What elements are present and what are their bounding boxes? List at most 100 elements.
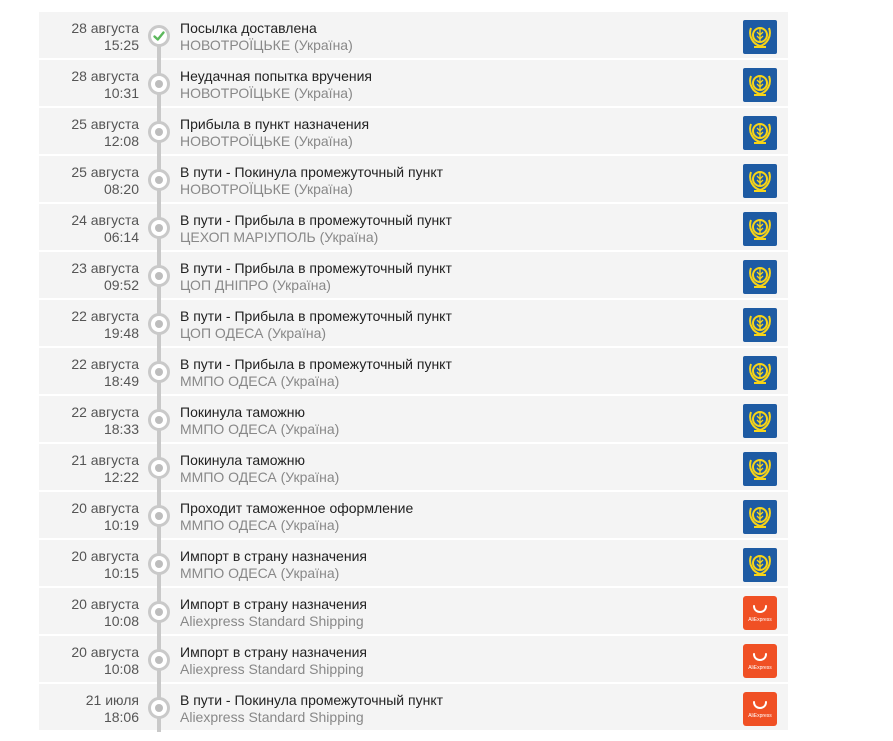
event-time: 10:08 bbox=[103, 661, 139, 677]
aliexpress-logo-text: AliExpress bbox=[748, 665, 772, 671]
event-date: 21 июля bbox=[85, 692, 139, 708]
tracking-event-row: 20 августа 10:08 Импорт в страну назначени… bbox=[39, 588, 788, 636]
aliexpress-logo-text: AliExpress bbox=[748, 713, 772, 719]
event-datetime: 24 августа 06:14 bbox=[71, 212, 139, 246]
event-time: 18:33 bbox=[103, 421, 139, 437]
event-status: В пути - Прибыла в промежуточный пункт bbox=[180, 212, 452, 228]
tracking-event-row: 20 августа 10:19 Проходит таможенное оформ… bbox=[39, 492, 788, 540]
event-time: 09:52 bbox=[103, 277, 139, 293]
event-datetime: 22 августа 19:48 bbox=[71, 308, 139, 342]
aliexpress-logo-text: AliExpress bbox=[748, 617, 772, 623]
event-location: ЦЕХОП МАРІУПОЛЬ (Україна) bbox=[180, 229, 379, 245]
event-date: 20 августа bbox=[71, 500, 139, 516]
event-status: В пути - Покинула промежуточный пункт bbox=[180, 164, 444, 180]
timeline-dot-icon bbox=[148, 73, 170, 95]
ukrposhta-logo-icon bbox=[743, 212, 777, 246]
event-time: 19:48 bbox=[103, 325, 139, 341]
event-location: ММПО ОДЕСА (Україна) bbox=[180, 565, 340, 581]
aliexpress-logo-icon: AliExpress bbox=[743, 692, 777, 726]
tracking-event-row: 21 августа 12:22 Покинула таможню ММПО ОДЕС… bbox=[39, 444, 788, 492]
timeline-dot-icon bbox=[148, 121, 170, 143]
event-location: ЦОП ОДЕСА (Україна) bbox=[180, 325, 327, 341]
tracking-event-row: 25 августа 12:08 Прибыла в пункт назначени… bbox=[39, 108, 788, 156]
event-date: 28 августа bbox=[71, 20, 139, 36]
event-location: Aliexpress Standard Shipping bbox=[180, 709, 364, 725]
event-date: 25 августа bbox=[71, 164, 139, 180]
event-datetime: 28 августа 15:25 bbox=[71, 20, 139, 54]
event-status: Посылка доставлена bbox=[180, 20, 317, 36]
event-info: Импорт в страну назначения Aliexpress Sta… bbox=[180, 644, 367, 678]
event-date: 25 августа bbox=[71, 116, 139, 132]
event-status: Покинула таможню bbox=[180, 404, 305, 420]
tracking-event-row: 28 августа 15:25 Посылка доставлена НОВОТРО… bbox=[39, 12, 788, 60]
timeline-dot-icon bbox=[148, 697, 170, 719]
event-info: В пути - Прибыла в промежуточный пункт ЦЕ… bbox=[180, 212, 452, 246]
tracking-timeline: 28 августа 15:25 Посылка доставлена НОВОТРО… bbox=[39, 12, 788, 732]
event-date: 20 августа bbox=[71, 596, 139, 612]
event-location: ММПО ОДЕСА (Україна) bbox=[180, 421, 340, 437]
tracking-event-row: 22 августа 18:33 Покинула таможню ММПО ОДЕС… bbox=[39, 396, 788, 444]
ukrposhta-logo-icon bbox=[743, 20, 777, 54]
timeline-dot-icon bbox=[148, 265, 170, 287]
event-info: В пути - Прибыла в промежуточный пункт ЦО… bbox=[180, 308, 452, 342]
event-datetime: 20 августа 10:08 bbox=[71, 596, 139, 630]
event-datetime: 20 августа 10:08 bbox=[71, 644, 139, 678]
event-info: В пути - Прибыла в промежуточный пункт ММ… bbox=[180, 356, 452, 390]
event-datetime: 22 августа 18:49 bbox=[71, 356, 139, 390]
event-info: Импорт в страну назначения ММПО ОДЕСА (Ук… bbox=[180, 548, 367, 582]
tracking-event-row: 20 августа 10:08 Импорт в страну назначени… bbox=[39, 636, 788, 684]
ukrposhta-logo-icon bbox=[743, 116, 777, 150]
timeline-dot-icon bbox=[148, 169, 170, 191]
timeline-dot-icon bbox=[148, 361, 170, 383]
event-status: Покинула таможню bbox=[180, 452, 305, 468]
timeline-dot-icon bbox=[148, 553, 170, 575]
event-info: Покинула таможню ММПО ОДЕСА (Україна) bbox=[180, 404, 339, 438]
event-status: Импорт в страну назначения bbox=[180, 596, 367, 612]
event-time: 08:20 bbox=[103, 181, 139, 197]
event-info: Неудачная попытка вручения НОВОТРОЇЦЬКЕ (… bbox=[180, 68, 372, 102]
event-info: В пути - Покинула промежуточный пункт Ali… bbox=[180, 692, 443, 726]
event-info: Покинула таможню ММПО ОДЕСА (Україна) bbox=[180, 452, 339, 486]
event-date: 24 августа bbox=[71, 212, 139, 228]
timeline-dot-icon bbox=[148, 217, 170, 239]
event-time: 10:08 bbox=[103, 613, 139, 629]
event-location: ММПО ОДЕСА (Україна) bbox=[180, 517, 340, 533]
timeline-dot-icon bbox=[148, 505, 170, 527]
event-status: В пути - Прибыла в промежуточный пункт bbox=[180, 260, 452, 276]
event-time: 12:08 bbox=[103, 133, 139, 149]
event-date: 28 августа bbox=[71, 68, 139, 84]
event-time: 18:49 bbox=[103, 373, 139, 389]
tracking-event-row: 24 августа 06:14 В пути - Прибыла в промеж… bbox=[39, 204, 788, 252]
event-date: 20 августа bbox=[71, 644, 139, 660]
event-status: В пути - Прибыла в промежуточный пункт bbox=[180, 308, 452, 324]
event-info: Импорт в страну назначения Aliexpress Sta… bbox=[180, 596, 367, 630]
ukrposhta-logo-icon bbox=[743, 500, 777, 534]
aliexpress-logo-icon: AliExpress bbox=[743, 644, 777, 678]
timeline-dot-icon bbox=[148, 601, 170, 623]
tracking-event-row: 20 августа 10:15 Импорт в страну назначени… bbox=[39, 540, 788, 588]
event-location: Aliexpress Standard Shipping bbox=[180, 613, 364, 629]
tracking-event-row: 21 июля 18:06 В пути - Покинула промежуточ… bbox=[39, 684, 788, 732]
event-location: ММПО ОДЕСА (Україна) bbox=[180, 469, 340, 485]
tracking-event-row: 23 августа 09:52 В пути - Прибыла в промеж… bbox=[39, 252, 788, 300]
event-status: В пути - Прибыла в промежуточный пункт bbox=[180, 356, 452, 372]
aliexpress-logo-icon: AliExpress bbox=[743, 596, 777, 630]
ukrposhta-logo-icon bbox=[743, 164, 777, 198]
event-location: Aliexpress Standard Shipping bbox=[180, 661, 364, 677]
ukrposhta-logo-icon bbox=[743, 548, 777, 582]
ukrposhta-logo-icon bbox=[743, 308, 777, 342]
ukrposhta-logo-icon bbox=[743, 404, 777, 438]
event-info: В пути - Прибыла в промежуточный пункт ЦО… bbox=[180, 260, 452, 294]
event-time: 12:22 bbox=[103, 469, 139, 485]
timeline-dot-icon bbox=[148, 457, 170, 479]
event-location: ММПО ОДЕСА (Україна) bbox=[180, 373, 340, 389]
timeline-dot-icon bbox=[148, 409, 170, 431]
event-status: Импорт в страну назначения bbox=[180, 548, 367, 564]
event-date: 22 августа bbox=[71, 356, 139, 372]
check-circle-icon bbox=[148, 25, 170, 47]
event-status: Проходит таможенное оформление bbox=[180, 500, 414, 516]
event-date: 22 августа bbox=[71, 404, 139, 420]
timeline-dot-icon bbox=[148, 313, 170, 335]
ukrposhta-logo-icon bbox=[743, 452, 777, 486]
event-time: 18:06 bbox=[103, 709, 139, 725]
